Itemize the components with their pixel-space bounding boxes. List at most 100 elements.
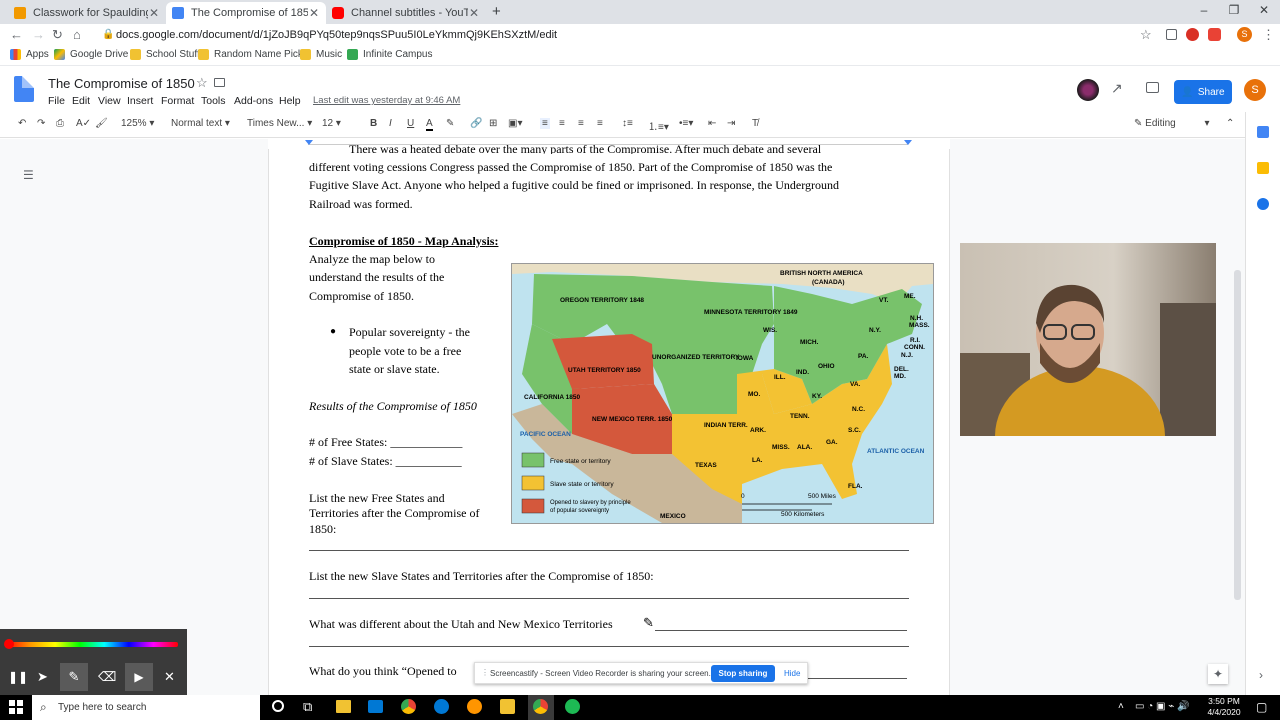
- body-text[interactable]: different voting cessions Congress passe…: [309, 158, 832, 176]
- back-icon[interactable]: ←: [10, 27, 23, 42]
- section-heading[interactable]: Compromise of 1850 - Map Analysis:: [309, 232, 498, 250]
- account-avatar[interactable]: S: [1244, 79, 1266, 101]
- menu-format[interactable]: Format: [161, 95, 194, 107]
- keep-icon[interactable]: [1257, 162, 1269, 174]
- close-icon[interactable]: ✕: [308, 6, 320, 20]
- stop-sharing-button[interactable]: Stop sharing: [711, 665, 775, 682]
- collaborator-avatar[interactable]: [1077, 79, 1099, 101]
- results-heading[interactable]: Results of the Compromise of 1850: [309, 397, 477, 415]
- file-explorer-icon[interactable]: [336, 700, 351, 713]
- minimize-icon[interactable]: –: [1192, 3, 1216, 17]
- editing-mode-select[interactable]: ✎ Editing ▾: [1134, 118, 1210, 129]
- italic-icon[interactable]: I: [389, 118, 392, 129]
- calendar-icon[interactable]: [1257, 126, 1269, 138]
- task-view-icon[interactable]: ⧉: [303, 699, 312, 715]
- color-picker-handle[interactable]: [4, 639, 14, 649]
- clock-date[interactable]: 4/4/2020: [1204, 707, 1244, 717]
- slave-states-blank[interactable]: # of Slave States: ___________: [309, 452, 462, 470]
- share-button[interactable]: 👤 Share: [1174, 80, 1232, 104]
- bookmark-random-name[interactable]: Random Name Pick...: [198, 49, 311, 60]
- new-tab-button[interactable]: +: [492, 3, 501, 20]
- chrome-icon[interactable]: [401, 699, 416, 714]
- paint-format-icon[interactable]: 🖌: [95, 118, 108, 129]
- compromise-map[interactable]: BRITISH NORTH AMERICA (CANADA) OREGON TE…: [511, 263, 934, 524]
- bold-icon[interactable]: B: [370, 118, 377, 129]
- last-edit-link[interactable]: Last edit was yesterday at 9:46 AM: [313, 95, 460, 106]
- link-icon[interactable]: 🔗: [470, 118, 482, 129]
- reload-icon[interactable]: ↻: [52, 27, 63, 43]
- menu-tools[interactable]: Tools: [201, 95, 226, 107]
- menu-addons[interactable]: Add-ons: [234, 95, 273, 107]
- right-indent-marker[interactable]: [904, 140, 912, 145]
- menu-help[interactable]: Help: [279, 95, 301, 107]
- question-text[interactable]: What do you think “Opened to: [309, 662, 457, 680]
- restore-icon[interactable]: ❐: [1222, 3, 1246, 17]
- comment-icon[interactable]: [1146, 82, 1159, 93]
- print-icon[interactable]: ⎙: [56, 118, 64, 129]
- decrease-indent-icon[interactable]: ⇤: [708, 118, 716, 129]
- close-icon[interactable]: ✕: [468, 6, 480, 20]
- forward-icon[interactable]: →: [32, 27, 45, 42]
- body-text[interactable]: Railroad was formed.: [309, 195, 413, 213]
- chrome-active-icon[interactable]: [533, 699, 548, 714]
- firefox-icon[interactable]: [467, 699, 482, 714]
- window-close-icon[interactable]: ✕: [1252, 3, 1276, 17]
- align-left-icon[interactable]: ≡: [540, 118, 550, 129]
- highlight-icon[interactable]: ✎: [446, 118, 454, 129]
- camera-icon[interactable]: ▶: [125, 663, 153, 691]
- windows-start-icon[interactable]: [9, 700, 23, 714]
- line-spacing-icon[interactable]: ↕≡: [622, 118, 633, 129]
- outline-icon[interactable]: ☰: [23, 168, 34, 182]
- notifications-icon[interactable]: ▢: [1256, 700, 1267, 714]
- underline-icon[interactable]: U: [407, 118, 414, 129]
- tab-youtube[interactable]: Channel subtitles - YouTube Stu ✕: [326, 2, 486, 24]
- body-text[interactable]: 1850:: [309, 520, 336, 538]
- color-picker[interactable]: [6, 642, 178, 647]
- increase-indent-icon[interactable]: ⇥: [727, 118, 735, 129]
- free-states-blank[interactable]: # of Free States: ____________: [309, 433, 462, 451]
- align-center-icon[interactable]: ≡: [559, 118, 565, 129]
- bullet-text[interactable]: Popular sovereignty - the: [349, 323, 470, 341]
- activity-icon[interactable]: ↗: [1111, 80, 1123, 97]
- bookmark-apps[interactable]: Apps: [10, 49, 49, 60]
- numbered-list-icon[interactable]: ⒈≡▾: [648, 118, 669, 133]
- cursor-icon[interactable]: ➤: [37, 669, 48, 685]
- style-select[interactable]: Normal text ▾: [171, 118, 230, 129]
- menu-edit[interactable]: Edit: [72, 95, 90, 107]
- tray-icons[interactable]: ▭ ◔ ▣ ⌁ 🔊: [1135, 701, 1190, 712]
- image-icon[interactable]: ▣▾: [508, 118, 522, 129]
- tasks-icon[interactable]: [1257, 198, 1269, 210]
- drag-handle-icon[interactable]: ⋮: [481, 668, 489, 677]
- bullet-text[interactable]: state or slave state.: [349, 360, 440, 378]
- collapse-icon[interactable]: ⌃: [1226, 118, 1234, 129]
- star-icon[interactable]: ☆: [196, 75, 208, 91]
- menu-insert[interactable]: Insert: [127, 95, 153, 107]
- align-right-icon[interactable]: ≡: [578, 118, 584, 129]
- mail-icon[interactable]: [368, 700, 383, 713]
- expand-panel-icon[interactable]: ›: [1259, 668, 1263, 682]
- adblock-icon[interactable]: [1186, 28, 1199, 41]
- home-icon[interactable]: ⌂: [73, 27, 81, 42]
- comment-add-icon[interactable]: ⊞: [489, 118, 497, 129]
- body-text[interactable]: List the new Slave States and Territorie…: [309, 567, 654, 585]
- close-icon[interactable]: ✕: [148, 6, 160, 20]
- close-icon[interactable]: ✕: [164, 669, 175, 685]
- font-size-select[interactable]: 12 ▾: [322, 118, 341, 129]
- body-text[interactable]: Analyze the map below to: [309, 250, 435, 268]
- cortana-icon[interactable]: [272, 700, 284, 712]
- move-folder-icon[interactable]: [214, 78, 225, 87]
- taskbar-search[interactable]: ⌕ Type here to search: [32, 695, 260, 720]
- menu-view[interactable]: View: [98, 95, 121, 107]
- body-text[interactable]: Fugitive Slave Act. Anyone who helped a …: [309, 176, 839, 194]
- question-text[interactable]: What was different about the Utah and Ne…: [309, 615, 613, 633]
- explore-button[interactable]: ✦: [1208, 664, 1228, 684]
- bullet-text[interactable]: people vote to be a free: [349, 342, 461, 360]
- sticky-notes-icon[interactable]: [500, 699, 515, 714]
- body-text[interactable]: There was a heated debate over the many …: [349, 140, 821, 154]
- tab-docs[interactable]: The Compromise of 1850 - Goog ✕: [166, 2, 326, 24]
- tab-classwork[interactable]: Classwork for Spaulding 8th Grad ✕: [8, 2, 166, 24]
- pause-icon[interactable]: ❚❚: [8, 670, 28, 684]
- hide-button[interactable]: Hide: [784, 669, 800, 678]
- document-title[interactable]: The Compromise of 1850: [48, 76, 195, 91]
- edge-icon[interactable]: [434, 699, 449, 714]
